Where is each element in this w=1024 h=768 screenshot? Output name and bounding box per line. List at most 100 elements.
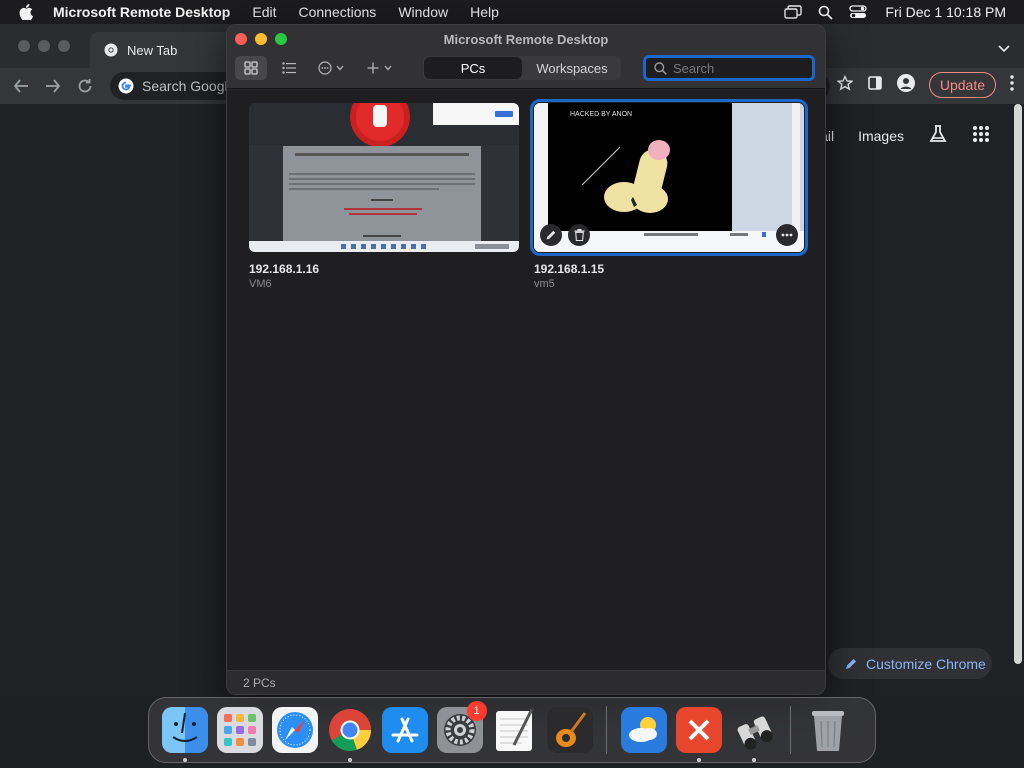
dock-remote-desktop[interactable] [674,705,724,762]
dock-weather[interactable] [619,705,669,755]
menu-window[interactable]: Window [387,4,459,20]
search-input[interactable] [673,60,803,76]
pc-thumb-actions [540,224,590,246]
tab-pcs[interactable]: PCs [424,57,522,79]
binoculars-icon [737,716,773,750]
chrome-logo-icon [104,43,118,57]
dock-trash[interactable] [803,705,853,755]
finder-icon [161,707,208,753]
search-icon [654,61,667,75]
dock-safari[interactable] [270,705,320,755]
dock-garageband[interactable] [545,705,595,755]
trash-icon [574,229,584,241]
dock: 1 [148,697,876,763]
pencil-icon [846,658,856,669]
pc-thumbnail-text: HACKED BY ANON [570,111,633,118]
customize-chrome-label: Customize Chrome [866,655,986,672]
tab-workspaces[interactable]: Workspaces [523,56,621,80]
customize-chrome-button[interactable]: Customize Chrome [828,648,992,679]
pc-count: 2 PCs [243,676,276,690]
pc-thumbnail[interactable] [249,103,519,252]
plus-icon [367,62,378,74]
rd-toolbar [235,56,407,80]
chrome-scrollbar[interactable] [1014,104,1022,664]
back-arrow-icon[interactable] [12,77,30,100]
spotlight-search-icon[interactable] [818,5,834,20]
rd-window-title: Microsoft Remote Desktop [443,32,609,47]
bookmark-star-icon[interactable] [836,74,854,96]
control-center-icon[interactable] [849,5,868,19]
more-options-button[interactable] [311,56,351,80]
pc-label: VM6 [249,278,272,290]
pc-thumbnail[interactable]: HACKED BY ANON [530,99,808,256]
notification-badge: 1 [466,701,487,721]
menu-clock[interactable]: Fri Dec 1 10:18 PM [885,4,1006,20]
labs-flask-icon[interactable] [928,124,948,147]
chrome-menu-icon[interactable] [1010,74,1014,96]
dock-system-settings[interactable]: 1 [435,701,487,755]
apple-icon [19,4,33,20]
pc-name: 192.168.1.16 [249,262,320,276]
dock-chrome[interactable] [325,705,375,762]
app-store-icon [381,707,428,753]
launchpad-icon [216,707,263,753]
edit-pc-button[interactable] [540,224,562,246]
dock-binoculars[interactable] [729,705,779,762]
menu-help[interactable]: Help [459,4,510,20]
rd-status-bar: 2 PCs [227,670,825,694]
chrome-close-button[interactable] [18,40,30,52]
delete-pc-button[interactable] [568,224,590,246]
grid-view-icon [244,61,258,75]
dock-separator [606,706,607,754]
rd-titlebar: Microsoft Remote Desktop PCs Workspaces [227,25,825,89]
screen-mirroring-icon[interactable] [784,5,803,19]
ellipsis-circle-icon [318,61,332,75]
ntp-header-links: Gmail Images [798,124,990,147]
images-link[interactable]: Images [858,128,904,144]
google-logo-icon [118,78,134,94]
chevron-down-icon[interactable] [998,40,1010,58]
reload-icon[interactable] [76,77,94,100]
rd-view-tabs: PCs Workspaces [423,56,621,80]
pencil-icon [546,230,556,240]
pc-card-vm5[interactable]: HACKED BY ANON 192.168.1.15 vm5 [530,99,808,290]
pc-more-button[interactable] [776,224,798,246]
dock-separator [790,706,791,754]
garageband-icon [546,707,593,753]
profile-avatar-icon[interactable] [896,73,915,97]
chrome-zoom-button[interactable] [58,40,70,52]
menu-bar: Microsoft Remote Desktop Edit Connection… [0,0,1024,24]
forward-arrow-icon[interactable] [44,77,62,100]
chrome-icon [328,709,371,752]
remote-desktop-icon [675,707,722,753]
desktop-preview-image [249,103,519,252]
pc-label: vm5 [534,278,555,290]
grid-view-button[interactable] [235,56,267,80]
add-button[interactable] [359,56,399,80]
trash-icon [811,711,844,751]
dock-finder[interactable] [160,705,210,762]
chrome-minimize-button[interactable] [38,40,50,52]
menu-connections[interactable]: Connections [287,4,387,20]
chrome-tab-title: New Tab [127,42,178,58]
chevron-down-icon [336,65,344,71]
dock-app-store[interactable] [380,705,430,755]
menu-app-name[interactable]: Microsoft Remote Desktop [52,4,241,20]
apple-menu[interactable] [0,4,52,20]
side-panel-icon[interactable] [867,75,883,96]
pc-card-vm6[interactable]: 192.168.1.16 VM6 [249,103,523,290]
textedit-icon [495,708,533,751]
dock-textedit[interactable] [490,705,540,755]
list-view-button[interactable] [275,56,303,80]
chevron-down-icon [384,65,391,71]
chrome-update-button[interactable]: Update [928,72,996,98]
ellipsis-icon [781,233,793,237]
pc-name: 192.168.1.15 [534,262,605,276]
dock-launchpad[interactable] [215,705,265,755]
rd-search-field[interactable] [643,55,815,81]
safari-icon [271,707,318,753]
menu-edit[interactable]: Edit [241,4,287,20]
weather-icon [620,707,667,753]
google-apps-grid-icon[interactable] [972,125,990,146]
pc-grid: 192.168.1.16 VM6 HACKED BY ANON 192.168.… [227,90,825,670]
